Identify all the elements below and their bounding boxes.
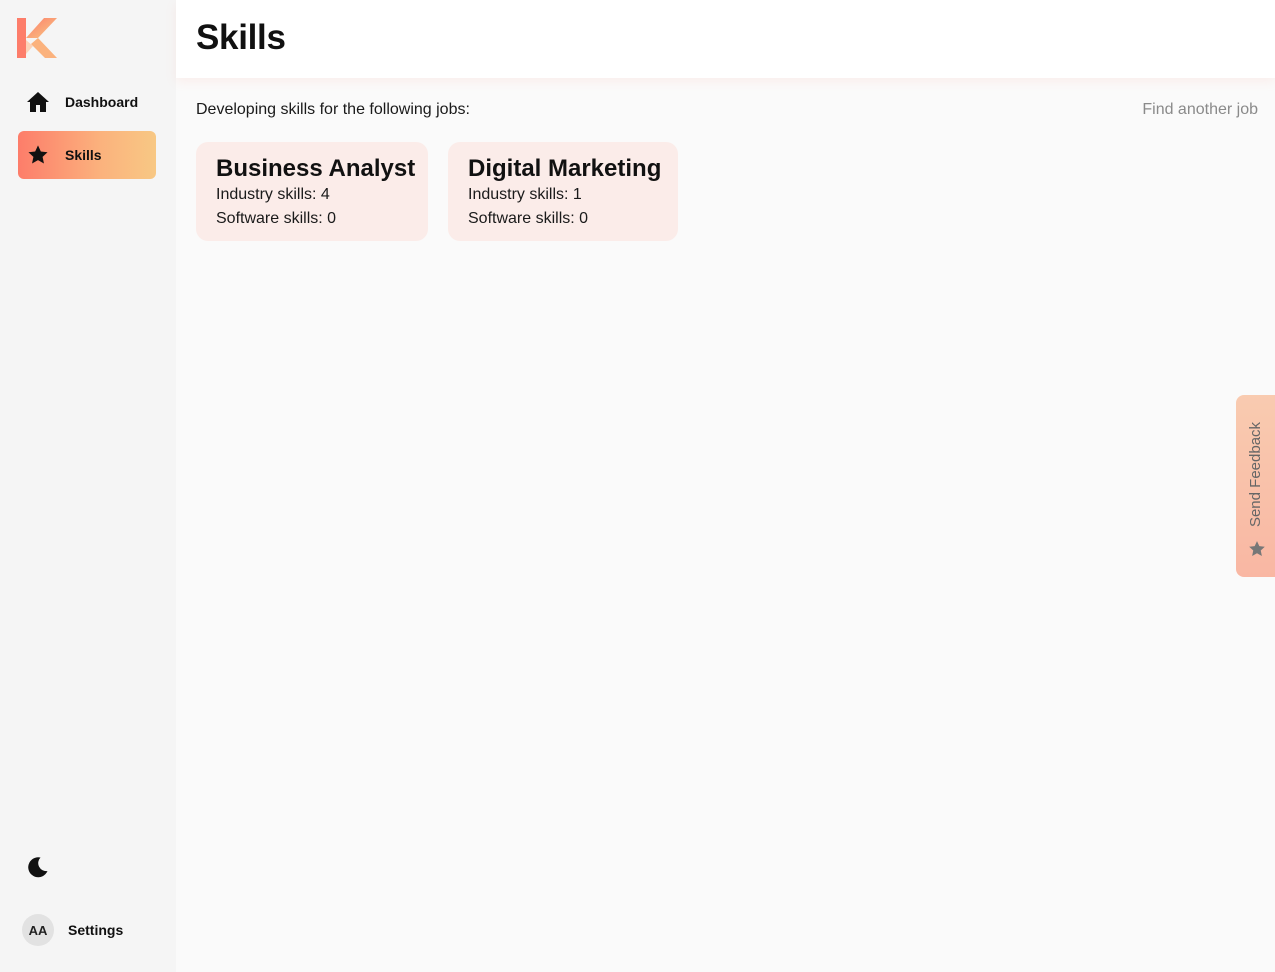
star-icon [26, 143, 50, 167]
industry-skills-count: Industry skills: 1 [468, 186, 582, 203]
job-title: Digital Marketing [468, 155, 662, 182]
job-card[interactable]: Digital Marketing Industry skills: 1 Sof… [448, 142, 678, 241]
settings-link[interactable]: AA Settings [22, 914, 123, 946]
sidebar-item-label: Dashboard [65, 94, 139, 110]
software-skills-count: Software skills: 0 [468, 210, 589, 227]
sidebar-item-label: Skills [65, 147, 102, 163]
send-feedback-tab[interactable]: Send Feedback [1236, 395, 1275, 577]
sidebar: Dashboard Skills AA Settings [0, 0, 176, 972]
sidebar-item-skills[interactable]: Skills [18, 131, 156, 179]
star-icon [1248, 540, 1266, 558]
page-title: Skills [196, 18, 286, 57]
page-header: Skills [176, 0, 1275, 78]
home-icon [26, 90, 50, 114]
industry-skills-count: Industry skills: 4 [216, 186, 330, 203]
settings-label: Settings [68, 922, 124, 938]
moon-icon[interactable] [26, 855, 50, 879]
sidebar-item-dashboard[interactable]: Dashboard [18, 78, 156, 126]
intro-text: Developing skills for the following jobs… [196, 101, 470, 118]
software-skills-count: Software skills: 0 [216, 210, 337, 227]
app-root: Dashboard Skills AA Settings Skills Deve… [0, 0, 1275, 972]
feedback-label-wrap: Send Feedback [1247, 417, 1265, 532]
feedback-label: Send Feedback [1247, 421, 1265, 528]
avatar[interactable]: AA [22, 914, 54, 946]
find-another-job-link[interactable]: Find another job [1142, 101, 1258, 119]
job-card[interactable]: Business Analyst Industry skills: 4 Soft… [196, 142, 428, 241]
job-title: Business Analyst [216, 155, 416, 182]
k-logo-icon[interactable] [17, 18, 59, 58]
